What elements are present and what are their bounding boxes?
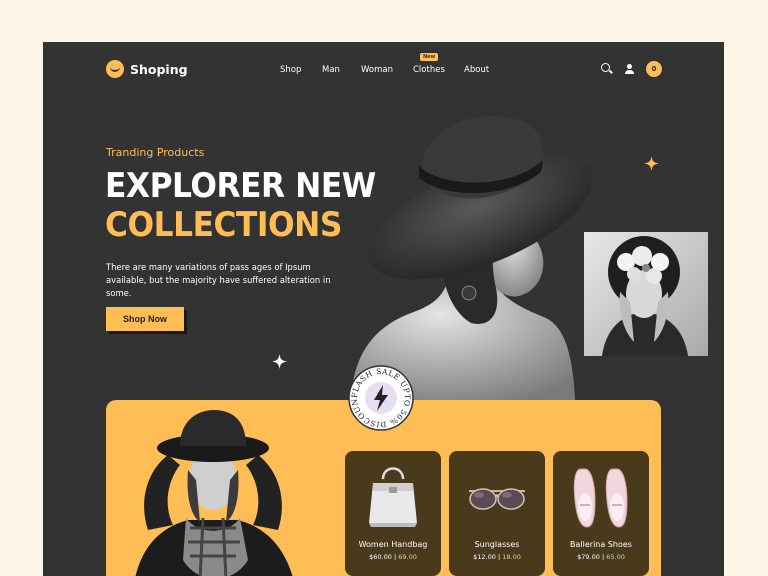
- hero-description: There are many variations of pass ages o…: [106, 262, 331, 298]
- product-name: Women Handbag: [358, 540, 428, 549]
- product-name: Sunglasses: [474, 540, 520, 549]
- product-current-price: $60.00: [369, 553, 392, 561]
- shop-now-button[interactable]: Shop Now: [106, 307, 184, 331]
- nav-item-woman[interactable]: Woman: [361, 65, 393, 75]
- hero-title-line1: EXPLORER NEW: [105, 166, 376, 206]
- cart-count-badge[interactable]: 0: [646, 61, 662, 77]
- hero-title-line2: COLLECTIONS: [105, 205, 342, 245]
- product-card[interactable]: Women Handbag $60.00 | 69.00: [345, 451, 441, 576]
- product-card[interactable]: Sunglasses $12.00 | 18.00: [449, 451, 545, 576]
- sunglasses-icon: [469, 488, 525, 510]
- promo-model-image: [135, 410, 293, 576]
- landing-page: Shoping Shop Man Woman New Clothes About…: [43, 42, 724, 576]
- sparkle-icon: [272, 353, 287, 370]
- product-price: $12.00 | 18.00: [473, 553, 521, 561]
- brand-logo[interactable]: Shoping: [106, 60, 188, 78]
- product-current-price: $79.00: [577, 553, 600, 561]
- brand-name: Shoping: [130, 61, 188, 77]
- product-price: $60.00 | 69.00: [369, 553, 417, 561]
- product-old-price: 69.00: [398, 553, 417, 561]
- nav-item-clothes-label: Clothes: [413, 65, 445, 75]
- product-card[interactable]: Ballerina Shoes $79.00 | 65.00: [553, 451, 649, 576]
- product-name: Ballerina Shoes: [570, 540, 632, 549]
- floral-portrait-image: [584, 232, 708, 356]
- hero-eyebrow: Tranding Products: [106, 146, 205, 159]
- header-actions: 0: [600, 61, 662, 77]
- new-badge: New: [420, 53, 439, 61]
- handbag-icon: [369, 467, 417, 527]
- nav-item-about[interactable]: About: [464, 65, 489, 75]
- user-icon[interactable]: [623, 62, 637, 76]
- product-old-price: 65.00: [606, 553, 625, 561]
- search-icon[interactable]: [600, 62, 614, 76]
- logo-icon: [106, 60, 124, 78]
- product-old-price: 18.00: [502, 553, 521, 561]
- nav-item-clothes[interactable]: New Clothes: [413, 53, 445, 75]
- product-current-price: $12.00: [473, 553, 496, 561]
- flash-sale-seal: FLASH SALE UPTO 50% DISCOUNT: [348, 365, 414, 431]
- hero-model-image: [351, 116, 591, 400]
- nav-item-man[interactable]: Man: [322, 65, 340, 75]
- nav-item-shop[interactable]: Shop: [280, 65, 301, 75]
- product-price: $79.00 | 65.00: [577, 553, 625, 561]
- shoes-icon: [573, 468, 628, 528]
- sparkle-icon: [644, 155, 659, 172]
